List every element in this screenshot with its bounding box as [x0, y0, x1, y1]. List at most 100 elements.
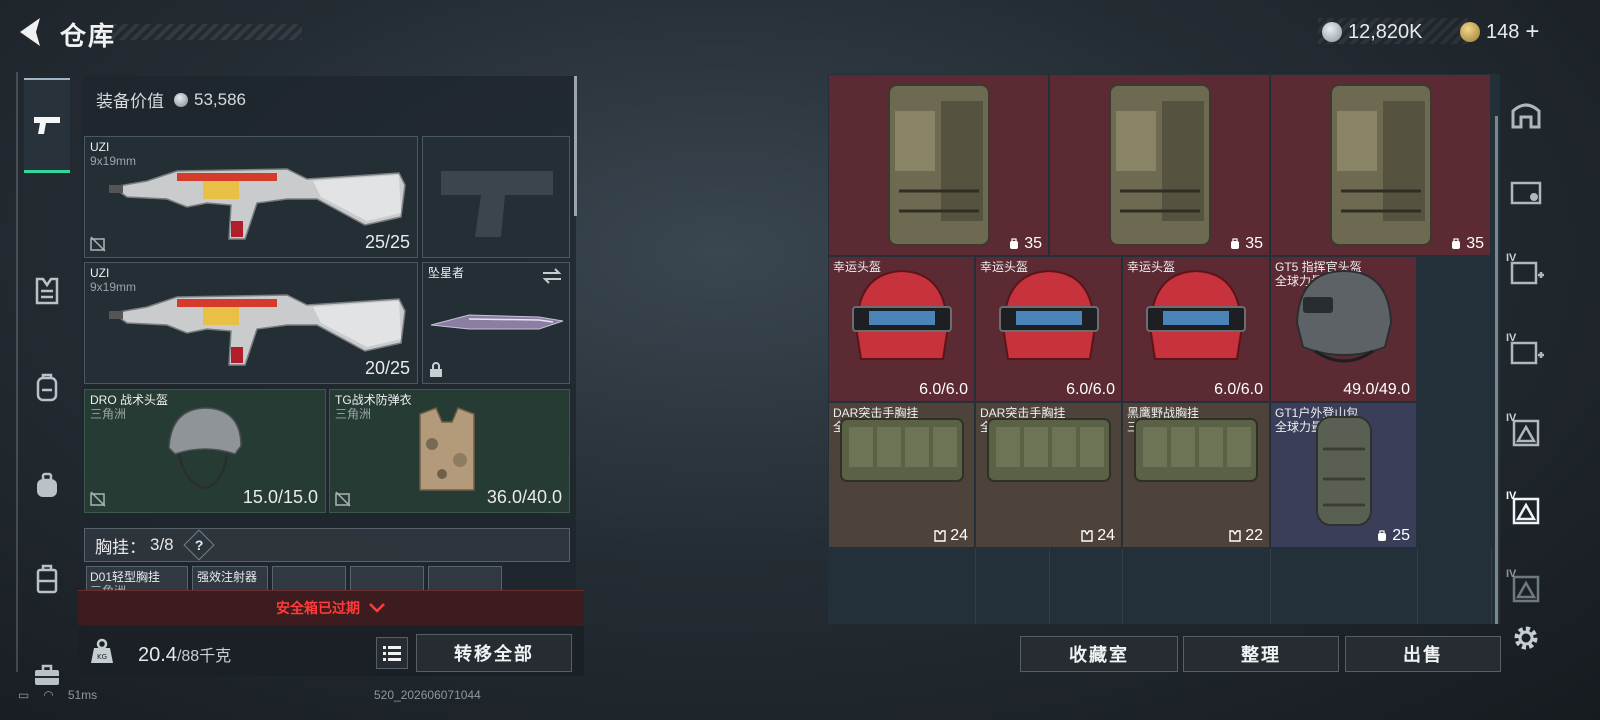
stash-item[interactable]: 35	[1050, 75, 1269, 255]
helmet-image	[998, 269, 1099, 360]
tab-pouch[interactable]	[24, 462, 70, 508]
tab-weapons[interactable]	[24, 78, 70, 173]
item-value-text: 35	[1245, 235, 1263, 252]
pistol-slot-empty[interactable]	[422, 136, 570, 258]
melee-slot[interactable]: 坠星者	[422, 262, 570, 384]
item-art	[1271, 409, 1416, 529]
swap-icon[interactable]	[541, 267, 563, 285]
stash-item[interactable]: 幸运头盔 6.0/6.0	[829, 257, 974, 401]
stash-item[interactable]: DAR突击手胸挂全球力量24	[829, 403, 974, 547]
tab-vest[interactable]	[24, 268, 70, 314]
chest-rig-label: 胸挂：	[95, 537, 146, 557]
rail-tab-box-6[interactable]: IV	[1506, 568, 1546, 608]
armor-durability: 36.0/40.0	[486, 487, 562, 507]
silver-coin-icon	[174, 92, 188, 107]
tab-case[interactable]	[24, 556, 70, 602]
item-art	[829, 409, 974, 489]
transfer-all-button[interactable]: 转移全部	[416, 634, 572, 672]
gold-coin-icon	[1460, 22, 1480, 42]
vest-icon	[1229, 530, 1241, 542]
rail-tab-box-4[interactable]: IV	[1506, 412, 1546, 452]
rail-tab-box-3[interactable]: IV	[1506, 332, 1546, 372]
item-value: 6.0/6.0	[919, 381, 968, 399]
tier-label: IV	[1506, 412, 1517, 424]
stash-item[interactable]: 35	[829, 75, 1048, 255]
weapon-name: UZI	[90, 140, 110, 154]
helmet-slot[interactable]: DRO 战术头盔 三角洲 15.0/15.0	[84, 389, 326, 513]
tier-label: IV	[1506, 332, 1517, 344]
category-sidebar	[16, 72, 78, 685]
loadout-scrollbar[interactable]	[574, 76, 577, 216]
silver-amount: 12,820K	[1348, 20, 1423, 43]
rail-tab-box-2[interactable]: IV	[1506, 252, 1546, 292]
uzi-weapon-image	[109, 294, 406, 366]
wifi-icon: ◠	[43, 688, 54, 702]
item-value: 24	[1081, 527, 1115, 545]
knife-image	[430, 314, 564, 330]
armor-slot[interactable]: TG战术防弹衣 三角洲 36.0/40.0	[329, 389, 570, 513]
settings-button[interactable]	[1506, 618, 1546, 658]
sort-button[interactable]: 整理	[1183, 636, 1339, 672]
list-view-button[interactable]	[376, 637, 408, 669]
gear-icon	[1514, 626, 1538, 650]
helmet-durability: 15.0/15.0	[242, 487, 318, 507]
safe-box-expired-alert[interactable]: 安全箱已过期	[78, 590, 584, 625]
stash-scrollbar[interactable]	[1495, 116, 1498, 624]
svg-text:KG: KG	[97, 653, 107, 661]
backpack-image	[1329, 84, 1432, 246]
item-value: 35	[1008, 235, 1042, 253]
helmet-image	[168, 407, 242, 490]
stash-item[interactable]: GT5 指挥官头盔 全球力量 49.0/49.0	[1271, 257, 1416, 401]
rail-tab-box-1[interactable]	[1506, 172, 1546, 212]
gold-currency: 148 +	[1460, 18, 1539, 46]
chevron-down-icon	[369, 603, 385, 613]
item-value: 35	[1229, 235, 1263, 253]
tier-label: IV	[1506, 252, 1517, 264]
tab-backpack[interactable]	[24, 364, 70, 410]
help-button[interactable]: ?	[183, 529, 215, 561]
stash-item[interactable]: DAR突击手胸挂全球力量24	[976, 403, 1121, 547]
item-value: 49.0/49.0	[1343, 381, 1410, 399]
melee-name: 坠星者	[428, 266, 465, 280]
grid-line	[1491, 548, 1492, 624]
weight-icon: KG	[91, 638, 113, 663]
grid-line	[1270, 548, 1271, 624]
chest-rig-image	[1134, 418, 1258, 482]
top-bar: 仓库 12,820K 148 +	[0, 0, 1600, 66]
battery-icon: ▭	[18, 688, 30, 702]
stash-item[interactable]: 黑鹰野战胸挂三角洲22	[1123, 403, 1269, 547]
alert-text: 安全箱已过期	[276, 600, 360, 616]
item-value-text: 24	[1097, 527, 1115, 544]
item-value: 22	[1229, 527, 1263, 545]
item-art	[829, 81, 1048, 251]
chest-rig-count: 3/8	[150, 535, 174, 554]
sell-button[interactable]: 出售	[1345, 636, 1501, 672]
item-value: 35	[1450, 235, 1484, 253]
add-gold-button[interactable]: +	[1525, 18, 1539, 46]
rig-item-name: 强效注射器	[197, 570, 258, 584]
primary-weapon-slot[interactable]: UZI 9x19mm 25/25	[84, 136, 418, 258]
stash-item[interactable]: 35	[1271, 75, 1490, 255]
pouch-icon	[37, 472, 57, 497]
weight-readout: 20.4 /88千克	[138, 642, 231, 667]
armor-brand: 三角洲	[335, 407, 372, 421]
stash-item[interactable]: 幸运头盔 6.0/6.0	[976, 257, 1121, 401]
rail-tab-box-5-active[interactable]: IV	[1506, 490, 1546, 530]
item-art	[1271, 263, 1416, 373]
item-art	[976, 263, 1121, 373]
rail-tab-all[interactable]	[1506, 94, 1546, 134]
back-button[interactable]	[14, 14, 48, 50]
grid-line	[1417, 548, 1418, 624]
stash-item[interactable]: 幸运头盔 6.0/6.0	[1123, 257, 1269, 401]
collection-room-button[interactable]: 收藏室	[1020, 636, 1178, 672]
no-insure-icon	[90, 491, 106, 507]
item-art	[976, 409, 1121, 489]
silver-coin-icon	[1322, 22, 1342, 42]
backpack-icon	[36, 373, 58, 402]
pistol-placeholder-icon	[441, 171, 553, 237]
backpack-image	[887, 84, 990, 246]
item-art	[1050, 81, 1269, 251]
secondary-weapon-slot[interactable]: UZI 9x19mm 20/25	[84, 262, 418, 384]
tier-label: IV	[1506, 490, 1517, 502]
stash-item[interactable]: GT1户外登山包 全球力量 25	[1271, 403, 1416, 547]
